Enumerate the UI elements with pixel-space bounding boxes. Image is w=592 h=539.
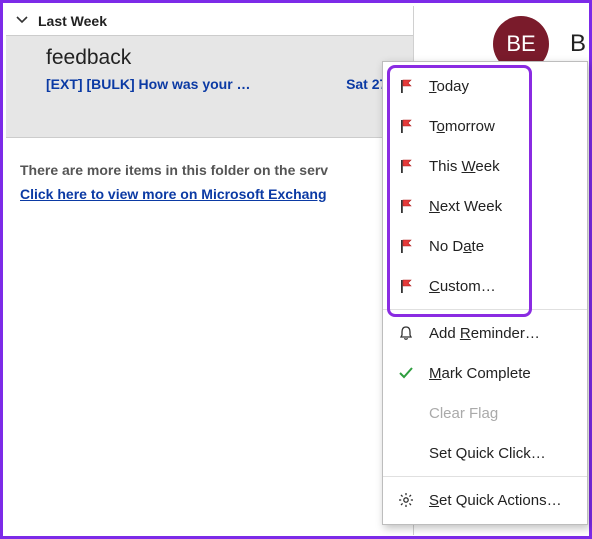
- menu-item-tomorrow[interactable]: Tomorrow: [383, 106, 587, 146]
- menu-item-set-quick-click[interactable]: Set Quick Click…: [383, 433, 587, 473]
- menu-item-today[interactable]: Today: [383, 66, 587, 106]
- menu-item-next-week[interactable]: Next Week: [383, 186, 587, 226]
- flag-context-menu: Today Tomorrow This Week Next Week No Da: [382, 61, 588, 525]
- reading-pane-header: BE B: [418, 6, 586, 62]
- blank-icon: [395, 404, 417, 422]
- menu-item-add-reminder[interactable]: Add Reminder…: [383, 313, 587, 353]
- menu-label: Today: [429, 78, 469, 95]
- flag-icon: [395, 237, 417, 255]
- menu-separator: [383, 309, 587, 310]
- menu-label: Tomorrow: [429, 118, 495, 135]
- menu-item-set-quick-actions[interactable]: Set Quick Actions…: [383, 480, 587, 520]
- flag-icon: [395, 197, 417, 215]
- menu-label: Clear Flag: [429, 405, 498, 422]
- menu-item-mark-complete[interactable]: Mark Complete: [383, 353, 587, 393]
- menu-label: Set Quick Click…: [429, 445, 546, 462]
- message-subject: [EXT] [BULK] How was your …: [46, 76, 251, 92]
- message-from: feedback: [46, 46, 399, 70]
- blank-icon: [395, 444, 417, 462]
- flag-icon: [395, 157, 417, 175]
- flag-icon: [395, 117, 417, 135]
- chevron-down-icon: [16, 14, 30, 28]
- menu-label: Mark Complete: [429, 365, 531, 382]
- message-list: Last Week feedback [EXT] [BULK] How was …: [6, 6, 414, 535]
- check-icon: [395, 364, 417, 382]
- sender-initial: B: [570, 30, 586, 58]
- menu-item-clear-flag: Clear Flag: [383, 393, 587, 433]
- menu-item-custom[interactable]: Custom…: [383, 266, 587, 306]
- menu-label: Next Week: [429, 198, 502, 215]
- server-more-link[interactable]: Click here to view more on Microsoft Exc…: [6, 186, 413, 202]
- menu-item-this-week[interactable]: This Week: [383, 146, 587, 186]
- menu-label: No Date: [429, 238, 484, 255]
- gear-icon: [395, 491, 417, 509]
- group-header-last-week[interactable]: Last Week: [6, 6, 413, 36]
- menu-label: This Week: [429, 158, 500, 175]
- menu-label: Set Quick Actions…: [429, 492, 562, 509]
- flag-icon: [395, 277, 417, 295]
- message-row[interactable]: feedback [EXT] [BULK] How was your … Sat…: [6, 36, 413, 138]
- menu-item-no-date[interactable]: No Date: [383, 226, 587, 266]
- server-more-notice: There are more items in this folder on t…: [6, 138, 413, 186]
- menu-label: Add Reminder…: [429, 325, 540, 342]
- menu-label: Custom…: [429, 278, 496, 295]
- menu-separator: [383, 476, 587, 477]
- bell-icon: [395, 324, 417, 342]
- flag-icon: [395, 77, 417, 95]
- group-header-label: Last Week: [38, 13, 107, 29]
